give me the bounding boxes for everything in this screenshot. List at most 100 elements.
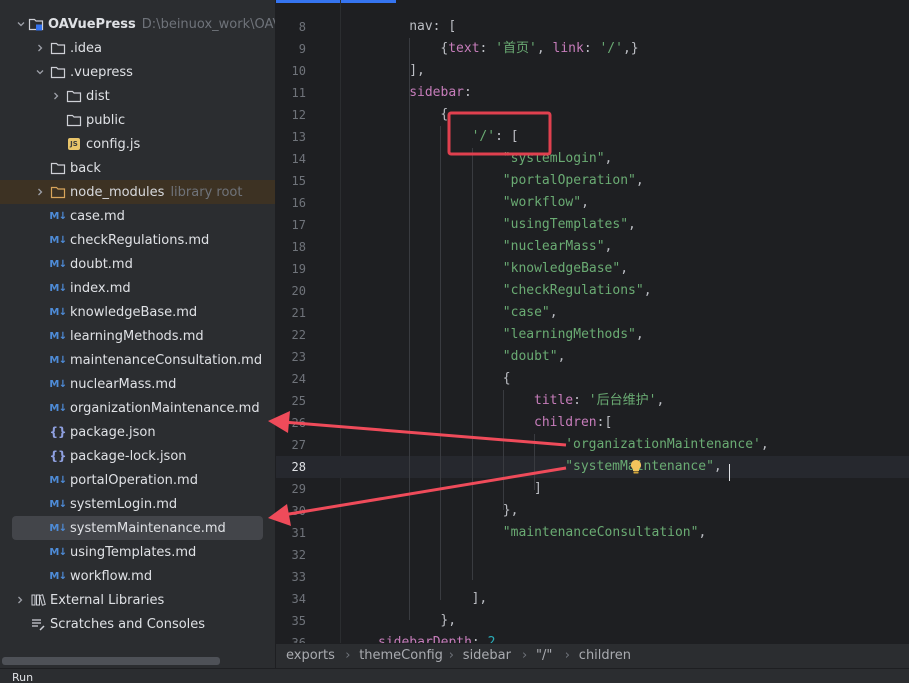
- code-editor[interactable]: 8 9 10 11 12 13 14 15 16 17 18 19 20 21 22 23 24 25 26 27 28…: [276, 0, 909, 643]
- code-line[interactable]: nav: [: [409, 16, 456, 38]
- breadcrumb-separator-icon: ›: [564, 648, 570, 663]
- run-label[interactable]: Run: [12, 671, 33, 683]
- indent-guide: [471, 148, 473, 580]
- line-number: 31: [291, 526, 306, 540]
- tree-item[interactable]: M↓ index.md: [0, 276, 275, 300]
- line-number: 19: [291, 262, 306, 276]
- tree-item[interactable]: M↓ nuclearMass.md: [0, 372, 275, 396]
- tree-item-label: organizationMaintenance.md: [70, 400, 260, 416]
- line-number: 17: [291, 218, 306, 232]
- markdown-file-icon: M↓: [49, 522, 67, 534]
- tree-item-label: Scratches and Consoles: [50, 616, 206, 632]
- tree-item[interactable]: JS config.js: [0, 132, 275, 156]
- code-line[interactable]: "workflow",: [503, 192, 589, 214]
- line-number: 23: [291, 350, 306, 364]
- code-line[interactable]: title: '后台维护',: [534, 390, 664, 412]
- code-line[interactable]: children:[: [534, 412, 612, 434]
- code-line[interactable]: {text: '首页', link: '/',}: [440, 38, 638, 60]
- tree-item-label: OAVuePress: [48, 16, 136, 32]
- code-line[interactable]: "usingTemplates",: [503, 214, 636, 236]
- code-line[interactable]: ],: [472, 588, 488, 610]
- tree-item[interactable]: M↓ systemMaintenance.md: [12, 516, 263, 540]
- code-line[interactable]: "checkRegulations",: [503, 280, 652, 302]
- code-line[interactable]: "systemMaintenance",: [565, 456, 722, 478]
- breadcrumb-separator-icon: ›: [448, 648, 454, 663]
- markdown-file-icon: M↓: [49, 546, 67, 558]
- line-number: 33: [291, 570, 306, 584]
- code-line[interactable]: ]: [534, 478, 542, 500]
- chevron-right-icon[interactable]: [48, 88, 64, 104]
- code-line[interactable]: "nuclearMass",: [503, 236, 613, 258]
- breadcrumb-item[interactable]: themeConfig: [359, 644, 443, 668]
- code-line[interactable]: ],: [409, 60, 425, 82]
- tree-item[interactable]: M↓ doubt.md: [0, 252, 275, 276]
- tree-item[interactable]: dist: [0, 84, 275, 108]
- tree-item[interactable]: M↓ systemLogin.md: [0, 492, 275, 516]
- tree-item[interactable]: back: [0, 156, 275, 180]
- tree-item[interactable]: OAVuePress D:\beinuox_work\OAV: [0, 12, 275, 36]
- tree-item[interactable]: M↓ knowledgeBase.md: [0, 300, 275, 324]
- horizontal-scrollbar[interactable]: [2, 657, 220, 665]
- code-line[interactable]: "maintenanceConsultation",: [503, 522, 707, 544]
- tree-item[interactable]: public: [0, 108, 275, 132]
- intention-bulb-icon[interactable]: [629, 459, 643, 475]
- code-line[interactable]: "portalOperation",: [503, 170, 644, 192]
- tree-item[interactable]: M↓ learningMethods.md: [0, 324, 275, 348]
- code-line[interactable]: "learningMethods",: [503, 324, 644, 346]
- scratches-icon: [30, 616, 46, 632]
- tree-item[interactable]: M↓ portalOperation.md: [0, 468, 275, 492]
- tree-item-label: knowledgeBase.md: [70, 304, 198, 320]
- breadcrumb-item[interactable]: children: [579, 644, 631, 668]
- code-line[interactable]: sidebarDepth: 2: [378, 632, 495, 643]
- chevron-right-icon[interactable]: [12, 592, 28, 608]
- tree-item-label: case.md: [70, 208, 125, 224]
- code-line[interactable]: sidebar:: [409, 82, 472, 104]
- chevron-right-icon[interactable]: [32, 40, 48, 56]
- tree-item[interactable]: {} package-lock.json: [0, 444, 275, 468]
- code-line[interactable]: "doubt",: [503, 346, 566, 368]
- code-line[interactable]: "systemLogin",: [503, 148, 613, 170]
- line-number: 32: [291, 548, 306, 562]
- line-number: 25: [291, 394, 306, 408]
- breadcrumb-item[interactable]: sidebar: [463, 644, 511, 668]
- project-tool-window: OAVuePress D:\beinuox_work\OAV .idea .vuepr…: [0, 0, 275, 668]
- tree-item[interactable]: M↓ checkRegulations.md: [0, 228, 275, 252]
- tree-item[interactable]: .vuepress: [0, 60, 275, 84]
- code-line[interactable]: "knowledgeBase",: [503, 258, 628, 280]
- code-line[interactable]: },: [503, 500, 519, 522]
- tree-item[interactable]: M↓ workflow.md: [0, 564, 275, 588]
- line-number: 13: [291, 130, 306, 144]
- line-number: 22: [291, 328, 306, 342]
- tree-item[interactable]: node_modules library root: [0, 180, 275, 204]
- tree-item-label: config.js: [86, 136, 141, 152]
- chevron-down-icon[interactable]: [16, 16, 26, 32]
- library-folder-icon: [50, 184, 66, 200]
- tree-item[interactable]: M↓ case.md: [0, 204, 275, 228]
- code-line[interactable]: "case",: [503, 302, 558, 324]
- line-number: 26: [291, 416, 306, 430]
- code-line[interactable]: '/': [: [472, 126, 519, 148]
- code-line[interactable]: {: [440, 104, 448, 126]
- tree-item[interactable]: .idea: [0, 36, 275, 60]
- chevron-right-icon[interactable]: [32, 184, 48, 200]
- libraries-icon: [30, 592, 46, 608]
- tree-item[interactable]: M↓ maintenanceConsultation.md: [0, 348, 275, 372]
- tree-item-label: learningMethods.md: [70, 328, 204, 344]
- tree-item[interactable]: {} package.json: [0, 420, 275, 444]
- breadcrumb-item[interactable]: exports: [286, 644, 335, 668]
- tree-item[interactable]: Scratches and Consoles: [0, 612, 275, 636]
- chevron-down-icon[interactable]: [32, 64, 48, 80]
- breadcrumb-item[interactable]: "/": [536, 644, 552, 668]
- code-line[interactable]: {: [503, 368, 511, 390]
- indent-guide: [409, 38, 411, 620]
- markdown-file-icon: M↓: [49, 378, 67, 390]
- code-line[interactable]: 'organizationMaintenance',: [565, 434, 769, 456]
- tree-item[interactable]: External Libraries: [0, 588, 275, 612]
- tree-item[interactable]: M↓ organizationMaintenance.md: [0, 396, 275, 420]
- tree-item[interactable]: M↓ usingTemplates.md: [0, 540, 275, 564]
- tree-item-label: nuclearMass.md: [70, 376, 177, 392]
- code-line[interactable]: },: [440, 610, 456, 632]
